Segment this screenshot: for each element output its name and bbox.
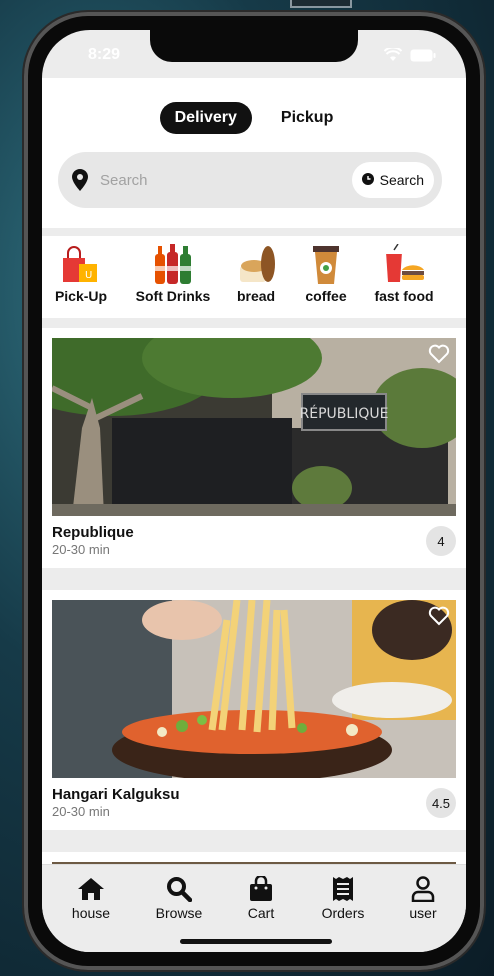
heart-icon[interactable] [428, 344, 450, 369]
delivery-option[interactable]: Delivery [159, 102, 252, 134]
soda-bottles-icon [151, 244, 195, 284]
search-button[interactable]: Search [351, 162, 434, 198]
coffee-cup-icon [304, 244, 348, 284]
search-icon [144, 875, 214, 903]
category-pick-up[interactable]: U Pick-Up [52, 244, 110, 304]
app-screen: 8:29 Delivery Pickup Search Search U Pic… [42, 30, 466, 952]
bread-icon [234, 244, 278, 284]
restaurant-name: Hangari Kalguksu [52, 786, 180, 803]
status-time: 8:29 [88, 46, 121, 63]
search-input[interactable] [100, 166, 300, 194]
tab-label: Cart [247, 905, 275, 921]
restaurant-name: Republique [52, 524, 134, 541]
tab-house[interactable]: house [56, 875, 126, 921]
category-more[interactable]: • [460, 244, 466, 304]
tab-label: house [71, 905, 111, 921]
phone-notch [150, 30, 358, 62]
category-bread[interactable]: bread [232, 244, 280, 304]
category-fast-food[interactable]: fast food [368, 243, 440, 304]
restaurant-photo: RÉPUBLIQUE [52, 338, 456, 516]
tab-label: user [409, 905, 437, 921]
category-label: Pick-Up [54, 288, 108, 304]
category-coffee[interactable]: coffee [298, 244, 354, 304]
delivery-eta: 20-30 min [52, 804, 110, 819]
category-label: bread [236, 288, 276, 304]
category-label: Soft Drinks [135, 288, 211, 304]
restaurant-photo [52, 600, 456, 778]
tab-cart[interactable]: Cart [226, 875, 296, 921]
tab-orders[interactable]: Orders [308, 875, 378, 921]
restaurant-sign: RÉPUBLIQUE [300, 405, 389, 422]
burger-drink-icon [382, 243, 426, 284]
search-bar: Search [58, 152, 442, 208]
user-icon [388, 875, 458, 903]
category-label: coffee [305, 288, 347, 304]
restaurant-card[interactable]: Hangari Kalguksu 20-30 min 4.5 [42, 590, 466, 830]
tab-label: Orders [321, 905, 365, 921]
category-soft-drinks[interactable]: Soft Drinks [130, 244, 216, 304]
location-pin-icon [72, 169, 88, 196]
tab-label: Browse [155, 905, 203, 921]
battery-icon [410, 49, 436, 62]
pickup-option[interactable]: Pickup [266, 102, 348, 134]
desktop-window-edge [290, 0, 352, 8]
phone-frame: 8:29 Delivery Pickup Search Search U Pic… [24, 12, 484, 970]
svg-text:U: U [85, 270, 92, 281]
tab-bar: house Browse Cart Orders user [42, 864, 466, 952]
header: Delivery Pickup Search [42, 78, 466, 228]
house-icon [56, 875, 126, 903]
wifi-icon [384, 48, 402, 62]
tab-user[interactable]: user [388, 875, 458, 921]
receipt-icon [308, 875, 378, 903]
clock-icon [361, 172, 374, 188]
home-indicator [180, 939, 332, 944]
delivery-pickup-toggle: Delivery Pickup [42, 102, 466, 134]
shopping-bags-icon: U [59, 244, 103, 284]
tab-browse[interactable]: Browse [144, 875, 214, 921]
category-strip[interactable]: U Pick-Up Soft Drinks bread coffee fast … [42, 236, 466, 318]
rating-badge: 4 [426, 526, 456, 556]
heart-icon[interactable] [428, 606, 450, 631]
delivery-eta: 20-30 min [52, 542, 110, 557]
search-button-label: Search [379, 172, 424, 188]
rating-badge: 4.5 [426, 788, 456, 818]
shopping-bag-icon [226, 875, 296, 903]
category-label: fast food [374, 288, 434, 304]
restaurant-card[interactable]: RÉPUBLIQUE Republique 20-30 min 4 [42, 328, 466, 568]
